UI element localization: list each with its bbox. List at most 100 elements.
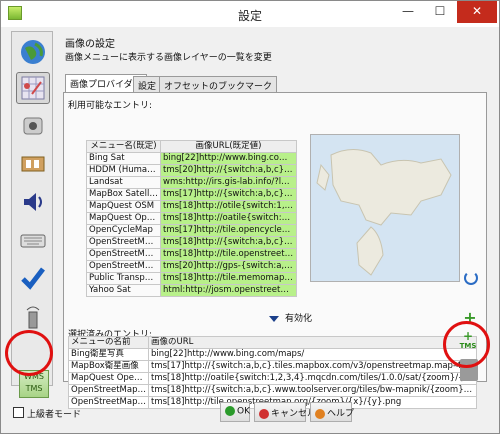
entry-url: tms[17]http://{switch:a,b,c}.tiles.ma... <box>160 188 297 201</box>
tab-offset-bookmarks[interactable]: オフセットのブックマーク <box>159 76 278 92</box>
table-row[interactable]: OpenCycleMap tms[17]http://tile.opencycle… <box>86 224 297 237</box>
sidebar-item-remote[interactable] <box>16 300 50 332</box>
column-header-menu-name[interactable]: メニュー名(既定) <box>86 140 161 153</box>
tab-content: 利用可能なエントリ: メニュー名(既定) 画像URL(既定値) Bing Sat… <box>63 92 487 409</box>
entry-url: tms[18]http://tile.memomaps.de/til... <box>160 272 297 285</box>
sidebar-item-audio[interactable] <box>16 186 50 218</box>
table-row[interactable]: Bing Satbing[22]http://www.bing.com/maps… <box>86 152 297 165</box>
highlight-circle-right <box>443 321 490 368</box>
selected-entry-name[interactable]: Bing衛星写真 <box>68 348 149 361</box>
close-button[interactable]: ✕ <box>457 1 497 23</box>
selected-entry-url[interactable]: tms[18]http://oatile{switch:1,2,3,4}.mqc… <box>148 372 477 385</box>
entry-name: OpenStreetMap (... <box>86 248 161 261</box>
entry-url: tms[18]http://tile.openstreetmap.de/... <box>160 248 297 261</box>
selected-entry-name[interactable]: OpenStreetMap (M... <box>68 384 149 397</box>
entry-name: Public Transport (... <box>86 272 161 285</box>
activate-label: 有効化 <box>285 314 313 324</box>
table-row[interactable]: MapBox衛星画像 tms[17]http://{switch:a,b,c}.t… <box>68 360 477 373</box>
cancel-button[interactable]: キャンセル <box>254 402 316 422</box>
selected-entry-url[interactable]: tms[18]http://{switch:a,b,c}.www.toolser… <box>148 384 477 397</box>
speaker-icon <box>24 193 42 211</box>
entry-name: Landsat <box>86 176 161 189</box>
entry-url: wms:http://irs.gis-lab.info/?layers=l... <box>160 176 297 189</box>
entry-url: tms[20]http://gps-{switch:a,b,c}.tile... <box>160 260 297 273</box>
selected-entry-name[interactable]: MapBox衛星画像 <box>68 360 149 373</box>
ok-button[interactable]: OK <box>220 402 250 422</box>
entry-name: MapQuest Open ... <box>86 212 161 225</box>
minimize-button[interactable]: — <box>393 1 423 23</box>
arrow-down-icon <box>269 315 279 322</box>
settings-window: 設定 — ☐ ✕ WMS TMS 画像の設定 画像メニューに表示する画像レイヤー… <box>0 0 500 434</box>
entry-name: Yahoo Sat <box>86 284 161 297</box>
selected-entry-url[interactable]: bing[22]http://www.bing.com/maps/ <box>148 348 477 361</box>
entry-name: Bing Sat <box>86 152 161 165</box>
table-row[interactable]: OpenStreetMap G...tms[20]http://gps-{swi… <box>86 260 297 273</box>
entry-url: tms[18]http://{switch:a,b,c}.www.too... <box>160 236 297 249</box>
expert-mode-label: 上級者モード <box>27 410 82 420</box>
ok-icon <box>225 406 235 416</box>
sidebar-item-shortcuts[interactable] <box>16 224 50 256</box>
table-row[interactable]: OpenStreetMap (...tms[18]http://{switch:… <box>86 236 297 249</box>
maximize-button[interactable]: ☐ <box>425 1 455 23</box>
panel-subtitle: 画像メニューに表示する画像レイヤーの一覧を変更 <box>65 53 272 63</box>
sidebar-item-toolbar[interactable] <box>16 148 50 180</box>
entry-name: MapBox Satellite <box>86 188 161 201</box>
activate-button[interactable]: 有効化 <box>269 311 312 324</box>
checkmark-icon <box>21 267 45 290</box>
column-header-imagery-url[interactable]: 画像URL(既定値) <box>160 140 297 153</box>
entry-url: html:http://josm.openstreetmap.de/... <box>160 284 297 297</box>
world-map-preview[interactable] <box>310 134 460 282</box>
table-row[interactable]: MapQuest Open A... tms[18]http://oatile{s… <box>68 372 477 385</box>
entry-url: tms[17]http://tile.opencyclemap.org... <box>160 224 297 237</box>
plug-icon <box>23 117 43 135</box>
toolbar-icon <box>21 156 45 172</box>
globe-icon <box>21 40 45 64</box>
refresh-icon[interactable] <box>464 271 478 285</box>
help-button[interactable]: ヘルプ <box>310 402 355 422</box>
expert-mode-checkbox[interactable] <box>13 407 24 418</box>
help-icon <box>315 408 325 419</box>
antenna-icon <box>26 306 40 329</box>
sidebar-item-imagery[interactable] <box>16 72 50 104</box>
entry-name: OpenCycleMap <box>86 224 161 237</box>
sidebar-item-connection[interactable] <box>16 110 50 142</box>
table-row[interactable]: Landsat wms:http://irs.gis-lab.info/?laye… <box>86 176 297 189</box>
table-row[interactable]: OpenStreetMap (...tms[18]http://tile.ope… <box>86 248 297 261</box>
tms-label: TMS <box>25 384 43 393</box>
map-preview-image <box>311 135 459 281</box>
entry-name: HDDM (Humanitar... <box>86 164 161 177</box>
selected-entry-name[interactable]: MapQuest Open A... <box>68 372 149 385</box>
help-label: ヘルプ <box>327 409 355 419</box>
table-row[interactable]: MapQuest Open ... tms[18]http://oatile{sw… <box>86 212 297 225</box>
available-entries-table[interactable]: メニュー名(既定) 画像URL(既定値) Bing Sat bing[22]htt… <box>86 140 297 297</box>
available-entries-label: 利用可能なエントリ: <box>68 101 153 111</box>
table-row[interactable]: HDDM (Humanitar...tms[20]http://{switch:… <box>86 164 297 177</box>
table-row[interactable]: MapQuest OSM tms[18]http://otile{switch:1… <box>86 200 297 213</box>
sidebar-item-validator[interactable] <box>16 262 50 294</box>
panel-title: 画像の設定 <box>65 39 115 50</box>
title-bar: 設定 — ☐ ✕ <box>1 1 499 27</box>
imagery-panel: 画像の設定 画像メニューに表示する画像レイヤーの一覧を変更 画像プロバイダー 設… <box>59 31 491 409</box>
highlight-circle-left <box>5 330 53 376</box>
keyboard-icon <box>20 234 46 248</box>
cancel-icon <box>259 408 269 419</box>
table-row[interactable]: OpenStreetMap (M...tms[18]http://{switch… <box>68 384 477 397</box>
entry-name: OpenStreetMap (... <box>86 236 161 249</box>
table-row[interactable]: Public Transport (...tms[18]http://tile.… <box>86 272 297 285</box>
column-header-imagery-url-selected[interactable]: 画像のURL <box>148 336 477 349</box>
entry-url: tms[18]http://otile{switch:1,2,3,4}.m... <box>160 200 297 213</box>
tab-settings[interactable]: 設定 <box>133 76 162 92</box>
dialog-footer: 上級者モード OK キャンセル ヘルプ <box>1 398 499 428</box>
entry-url: bing[22]http://www.bing.com/maps/ <box>160 152 297 165</box>
table-row[interactable]: Bing衛星写真 bing[22]http://www.bing.com/maps… <box>68 348 477 361</box>
selected-entry-url[interactable]: tms[17]http://{switch:a,b,c}.tiles.mapbo… <box>148 360 477 373</box>
entry-name: MapQuest OSM <box>86 200 161 213</box>
table-row[interactable]: Yahoo Sathtml:http://josm.openstreetmap.… <box>86 284 297 297</box>
map-grid-icon <box>21 76 45 100</box>
entry-url: tms[18]http://oatile{switch:1,2,3,4}.mqc… <box>160 212 297 225</box>
entry-url: tms[20]http://{switch:a,b,c}.tile.open..… <box>160 164 297 177</box>
column-header-menu-name-selected[interactable]: メニューの名前 <box>68 336 149 349</box>
entry-name: OpenStreetMap G... <box>86 260 161 273</box>
table-row[interactable]: MapBox Satellite tms[17]http://{switch:a,… <box>86 188 297 201</box>
sidebar-item-display[interactable] <box>16 36 50 68</box>
